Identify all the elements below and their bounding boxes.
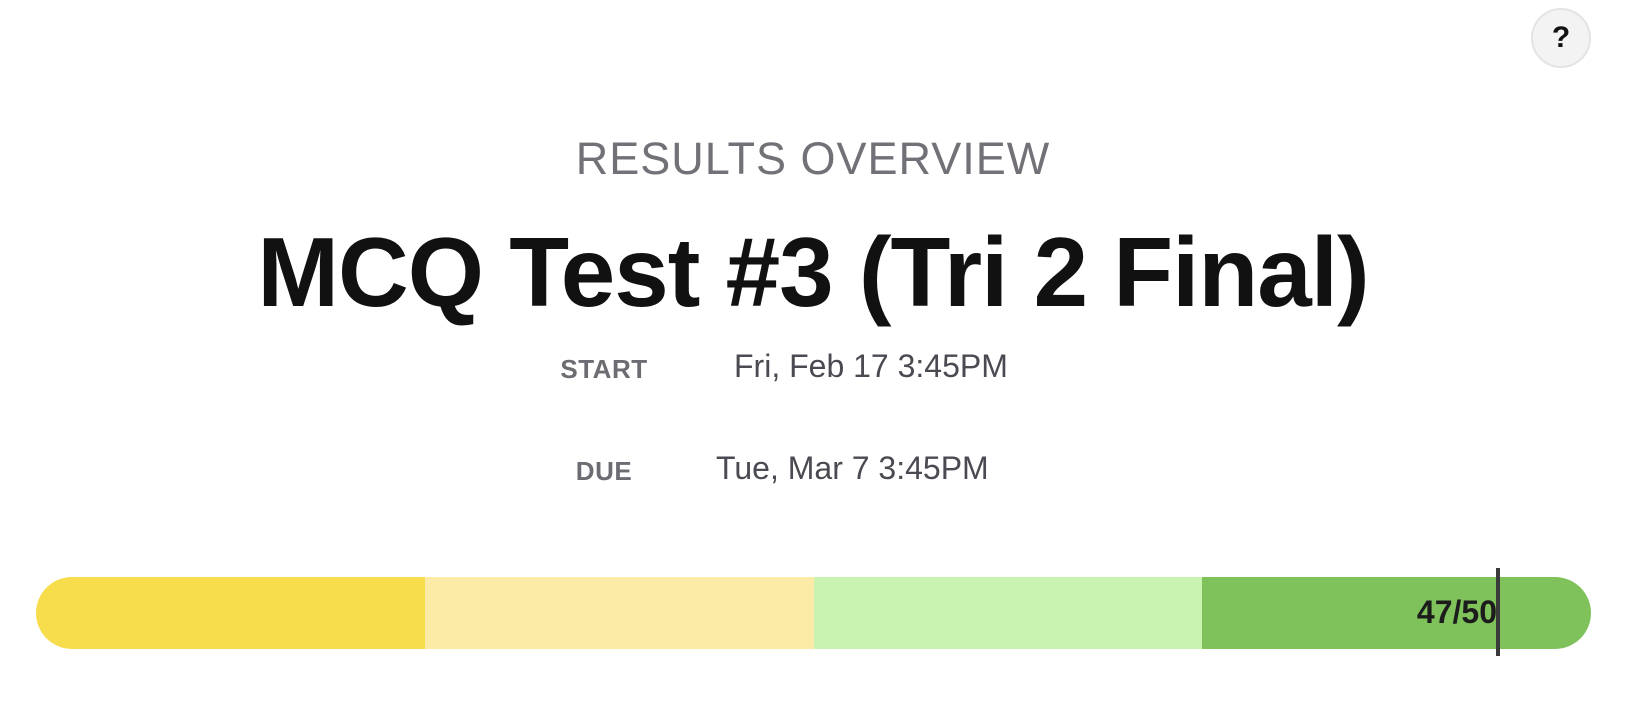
help-button[interactable]: ?	[1531, 8, 1591, 68]
question-mark-icon: ?	[1551, 21, 1571, 54]
due-label: DUE	[575, 456, 633, 486]
page-title: MCQ Test #3 (Tri 2 Final)	[257, 217, 1369, 327]
score-band-3	[813, 577, 1203, 649]
start-label: START	[560, 354, 648, 384]
start-value: Fri, Feb 17 3:45PM	[734, 348, 1008, 384]
score-band-2	[424, 577, 814, 649]
score-band-1	[36, 577, 425, 649]
results-overview-page: ? RESULTS OVERVIEW MCQ Test #3 (Tri 2 Fi…	[0, 0, 1626, 712]
page-eyebrow: RESULTS OVERVIEW	[575, 133, 1051, 184]
score-label: 47/50	[1416, 594, 1497, 630]
score-marker	[1496, 568, 1500, 656]
due-value: Tue, Mar 7 3:45PM	[716, 450, 989, 486]
score-bar	[36, 577, 1591, 649]
score-band-4	[1202, 577, 1591, 649]
